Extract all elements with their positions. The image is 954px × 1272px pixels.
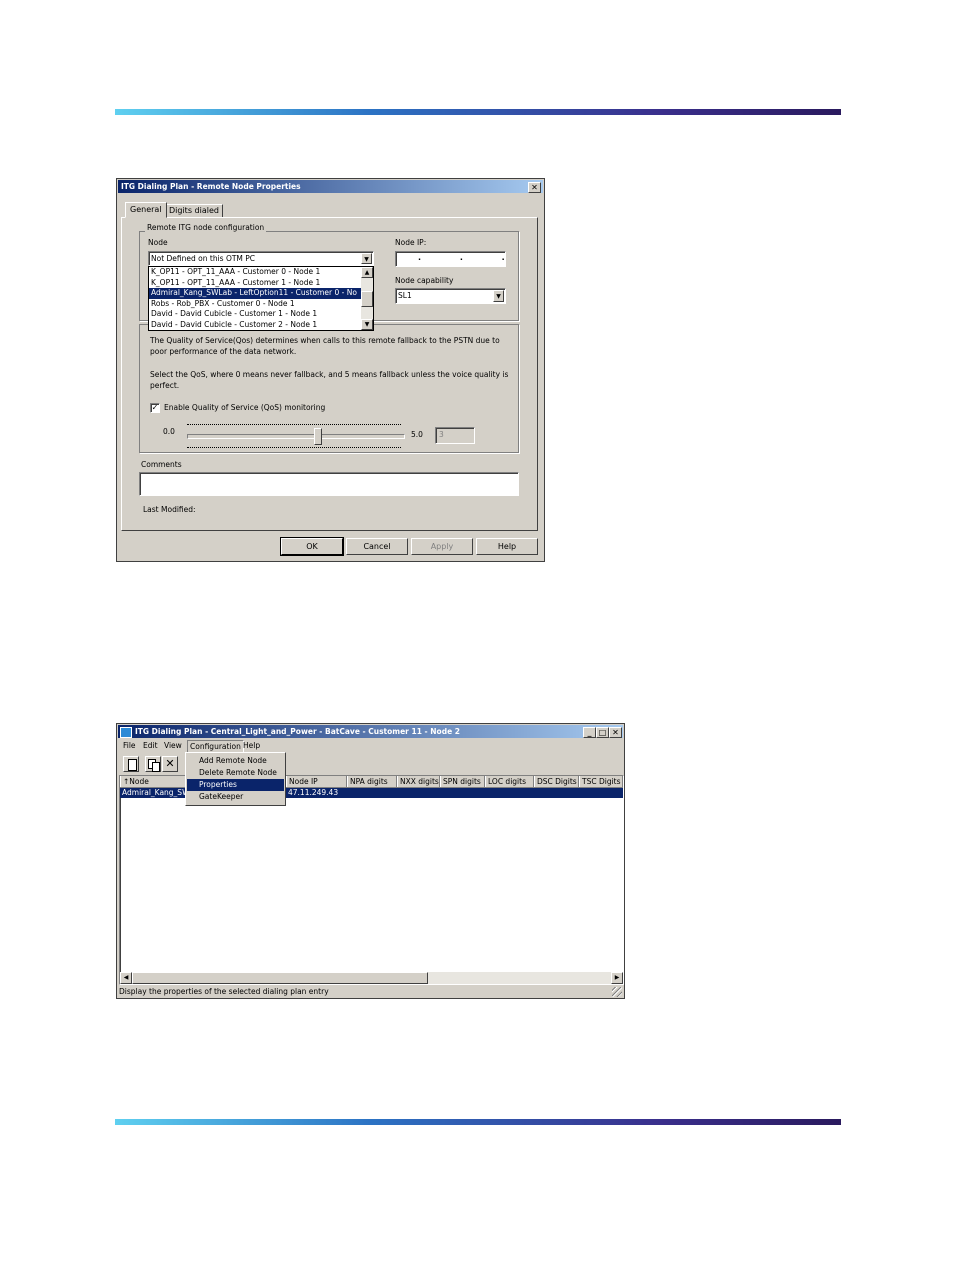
qos-description: The Quality of Service(Qos) determines w… bbox=[150, 336, 500, 356]
menu-item-add-remote-node[interactable]: Add Remote Node bbox=[187, 755, 284, 767]
column-tsc-digits[interactable]: TSC Digits bbox=[579, 776, 623, 787]
column-dsc-digits[interactable]: DSC Digits bbox=[534, 776, 579, 787]
remote-node-group-label: Remote ITG node configuration bbox=[145, 223, 267, 232]
maximize-icon[interactable]: □ bbox=[596, 727, 609, 738]
node-option[interactable]: David - David Cubicle - Customer 1 - Nod… bbox=[149, 309, 361, 320]
last-modified-label: Last Modified: bbox=[143, 505, 196, 514]
column-node-ip-label: Node IP bbox=[289, 777, 318, 786]
minimize-icon[interactable]: _ bbox=[583, 727, 596, 738]
column-nxx-digits[interactable]: NXX digits bbox=[397, 776, 440, 787]
node-dropdown-value: Not Defined on this OTM PC bbox=[151, 254, 256, 263]
scroll-down-icon[interactable]: ▼ bbox=[361, 319, 373, 330]
node-capability-dropdown[interactable]: SL1 ▼ bbox=[395, 288, 506, 304]
column-nxx-label: NXX digits bbox=[400, 777, 439, 786]
comments-field[interactable] bbox=[139, 472, 519, 496]
column-node-label: Node bbox=[129, 777, 149, 786]
column-spn-digits[interactable]: SPN digits bbox=[440, 776, 485, 787]
node-ip-field[interactable]: . . . bbox=[395, 251, 506, 267]
column-spn-label: SPN digits bbox=[443, 777, 481, 786]
column-dsc-label: DSC Digits bbox=[537, 777, 577, 786]
qos-value: 3 bbox=[439, 430, 444, 439]
column-npa-digits[interactable]: NPA digits bbox=[347, 776, 397, 787]
apply-button[interactable]: Apply bbox=[411, 538, 473, 555]
checkmark-icon: ✓ bbox=[151, 403, 159, 412]
node-label: Node bbox=[148, 238, 168, 247]
qos-value-field: 3 bbox=[435, 427, 475, 444]
scroll-left-icon[interactable]: ◀ bbox=[120, 972, 132, 984]
qos-checkbox-label: Enable Quality of Service (QoS) monitori… bbox=[164, 403, 326, 412]
column-npa-label: NPA digits bbox=[350, 777, 388, 786]
slider-min-label: 0.0 bbox=[163, 427, 175, 436]
remote-node-properties-dialog: ITG Dialing Plan - Remote Node Propertie… bbox=[116, 178, 545, 562]
menu-item-gatekeeper[interactable]: GateKeeper bbox=[187, 791, 284, 803]
node-ip-label: Node IP: bbox=[395, 238, 427, 247]
list-scrollbar[interactable]: ▲ ▼ bbox=[361, 267, 373, 330]
comments-label: Comments bbox=[141, 460, 182, 469]
node-option[interactable]: David - David Cubicle - Customer 2 - Nod… bbox=[149, 320, 361, 331]
ok-button[interactable]: OK bbox=[280, 537, 344, 556]
row-node: Admiral_Kang_SWL bbox=[122, 788, 194, 797]
tab-digits-dialed[interactable]: Digits dialed bbox=[165, 204, 223, 218]
scroll-thumb[interactable] bbox=[132, 972, 428, 984]
node-option[interactable]: Robs - Rob_PBX - Customer 0 - Node 1 bbox=[149, 299, 361, 310]
status-text: Display the properties of the selected d… bbox=[119, 987, 329, 996]
qos-slider-thumb[interactable] bbox=[313, 428, 322, 445]
top-rule bbox=[115, 109, 841, 115]
qos-checkbox[interactable]: ✓ bbox=[150, 403, 160, 413]
row-node-ip: 47.11.249.43 bbox=[288, 788, 339, 797]
qos-slider-track[interactable] bbox=[187, 428, 405, 445]
delete-icon[interactable]: ✕ bbox=[162, 756, 178, 772]
slider-max-label: 5.0 bbox=[411, 430, 423, 439]
close-icon[interactable]: ✕ bbox=[609, 727, 622, 738]
menu-edit[interactable]: Edit bbox=[143, 741, 158, 750]
chevron-down-icon[interactable]: ▼ bbox=[361, 253, 372, 264]
new-icon[interactable] bbox=[123, 756, 139, 772]
tab-digits-dialed-label: Digits dialed bbox=[169, 206, 219, 215]
tab-general-label: General bbox=[130, 205, 162, 214]
slider-ticks-top bbox=[187, 424, 401, 425]
main-title: ITG Dialing Plan - Central_Light_and_Pow… bbox=[135, 727, 460, 736]
main-titlebar: ITG Dialing Plan - Central_Light_and_Pow… bbox=[118, 725, 623, 738]
dialing-plan-window: ITG Dialing Plan - Central_Light_and_Pow… bbox=[116, 723, 625, 999]
configuration-menu: Add Remote Node Delete Remote Node Propert… bbox=[185, 752, 286, 806]
chevron-down-icon[interactable]: ▼ bbox=[493, 290, 504, 302]
menu-item-delete-remote-node[interactable]: Delete Remote Node bbox=[187, 767, 284, 779]
dialog-title: ITG Dialing Plan - Remote Node Propertie… bbox=[121, 182, 301, 191]
node-dropdown[interactable]: Not Defined on this OTM PC ▼ bbox=[148, 251, 374, 266]
menu-help[interactable]: Help bbox=[243, 741, 260, 750]
status-bar: Display the properties of the selected d… bbox=[119, 987, 622, 997]
copy-icon[interactable] bbox=[145, 756, 161, 772]
column-loc-label: LOC digits bbox=[488, 777, 526, 786]
resize-grip-icon[interactable] bbox=[612, 987, 622, 997]
dialing-plan-list[interactable]: ↑Node Node IP NPA digits NXX digits SPN … bbox=[119, 775, 624, 985]
slider-ticks-bottom bbox=[187, 447, 401, 448]
node-capability-label: Node capability bbox=[395, 276, 454, 285]
menu-item-properties[interactable]: Properties bbox=[187, 779, 284, 791]
node-dropdown-list: K_OP11 - OPT_11_AAA - Customer 0 - Node … bbox=[148, 266, 374, 331]
menu-view[interactable]: View bbox=[164, 741, 182, 750]
column-node-ip[interactable]: Node IP bbox=[286, 776, 347, 787]
help-button[interactable]: Help bbox=[476, 538, 538, 555]
scroll-right-icon[interactable]: ▶ bbox=[611, 972, 623, 984]
column-tsc-label: TSC Digits bbox=[582, 777, 621, 786]
node-option[interactable]: Admiral_Kang_SWLab - LeftOption11 - Cust… bbox=[149, 288, 361, 299]
column-loc-digits[interactable]: LOC digits bbox=[485, 776, 534, 787]
node-option[interactable]: K_OP11 - OPT_11_AAA - Customer 0 - Node … bbox=[149, 267, 361, 278]
menu-file[interactable]: File bbox=[123, 741, 136, 750]
node-ip-value: . . . bbox=[418, 253, 523, 262]
node-option[interactable]: K_OP11 - OPT_11_AAA - Customer 1 - Node … bbox=[149, 278, 361, 289]
tab-general[interactable]: General bbox=[125, 202, 167, 218]
node-capability-value: SL1 bbox=[398, 291, 412, 300]
dialog-titlebar: ITG Dialing Plan - Remote Node Propertie… bbox=[118, 180, 543, 193]
cancel-button[interactable]: Cancel bbox=[346, 538, 408, 555]
toolbar: ✕ bbox=[119, 755, 189, 773]
horizontal-scrollbar[interactable]: ◀ ▶ bbox=[120, 972, 623, 984]
scroll-thumb[interactable] bbox=[361, 291, 373, 307]
app-icon bbox=[120, 727, 132, 738]
bottom-rule bbox=[115, 1119, 841, 1125]
qos-instructions: Select the QoS, where 0 means never fall… bbox=[150, 370, 509, 390]
scroll-up-icon[interactable]: ▲ bbox=[361, 267, 373, 278]
close-icon[interactable]: ✕ bbox=[528, 182, 541, 193]
